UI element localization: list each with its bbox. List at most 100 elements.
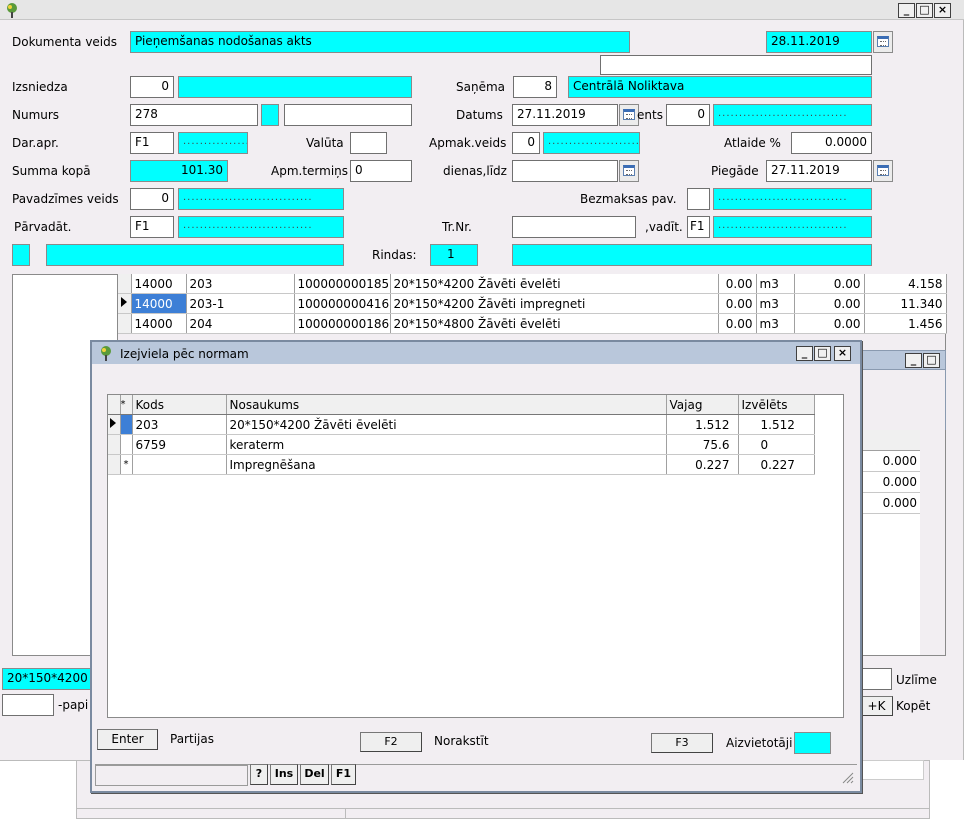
table-cell: Impregnēšana bbox=[226, 454, 667, 475]
row8-name-field[interactable] bbox=[46, 244, 344, 266]
close-button[interactable]: × bbox=[934, 3, 951, 18]
row-mark: * bbox=[120, 454, 133, 475]
table-row[interactable]: 14000 203 1000000001853 20*150*4200 Žāvēti … bbox=[118, 274, 947, 294]
dienas-label: dienas,līdz bbox=[443, 164, 507, 178]
vadit-code-field[interactable]: F1 bbox=[687, 216, 710, 238]
table-cell: 204 bbox=[186, 313, 295, 334]
table-row[interactable]: 14000 203-1 1000000004168 20*150*4200 Žāvēt… bbox=[118, 293, 947, 314]
header-kods[interactable]: Kods bbox=[132, 395, 227, 415]
calendar-icon bbox=[877, 165, 889, 176]
numurs-flag-field[interactable] bbox=[261, 104, 279, 126]
datums-field[interactable]: 27.11.2019 bbox=[512, 104, 618, 126]
header-nosaukums[interactable]: Nosaukums bbox=[226, 395, 667, 415]
darapr-code-field[interactable]: F1 bbox=[130, 132, 174, 154]
piegade-field[interactable]: 27.11.2019 bbox=[766, 160, 872, 182]
table-row[interactable]: 203 20*150*4200 Žāvēti ēvelēti 1.512 1.512 bbox=[108, 414, 815, 435]
doc-date-calendar-button[interactable] bbox=[873, 31, 893, 53]
dialog-grid[interactable]: * Kods Nosaukums Vajag Izvēlēts 203 20*15… bbox=[108, 395, 815, 475]
sanema-name-field[interactable]: Centrālā Noliktava bbox=[568, 76, 872, 98]
uzlime-field[interactable] bbox=[860, 668, 892, 690]
pavadz-code-field[interactable]: 0 bbox=[130, 188, 174, 210]
numurs-field[interactable]: 278 bbox=[130, 104, 258, 126]
status-help-button[interactable]: ? bbox=[250, 764, 268, 785]
f3-button[interactable]: F3 bbox=[651, 733, 713, 753]
papi-field[interactable] bbox=[2, 694, 54, 716]
background-line-vertical bbox=[345, 808, 346, 819]
dialog-maximize-button[interactable]: □ bbox=[814, 346, 831, 361]
ents-code-field[interactable]: 0 bbox=[666, 104, 710, 126]
status-del-button[interactable]: Del bbox=[300, 764, 329, 785]
f2-button[interactable]: F2 bbox=[360, 732, 422, 752]
second-window-body bbox=[860, 370, 946, 430]
dienas-date-field[interactable] bbox=[512, 160, 618, 182]
table-cell: m3 bbox=[756, 293, 795, 314]
row8-flag-field[interactable] bbox=[12, 244, 30, 266]
partijas-label: Partijas bbox=[170, 732, 214, 746]
apmak-name-field[interactable]: ............................... bbox=[543, 132, 640, 154]
table-row[interactable]: * Impregnēšana 0.227 0.227 bbox=[108, 454, 815, 475]
table-cell: m3 bbox=[756, 274, 795, 294]
copy-k-button[interactable]: +K bbox=[860, 696, 893, 716]
enter-button[interactable]: Enter bbox=[97, 729, 158, 750]
background-line bbox=[76, 808, 930, 809]
doc-date-field[interactable]: 28.11.2019 bbox=[766, 31, 872, 53]
table-cell: 0.00 bbox=[794, 274, 865, 294]
table-cell: 0.227 bbox=[738, 454, 815, 475]
uzlime-label: Uzlīme bbox=[896, 673, 937, 687]
doc-type-field[interactable]: Pieņemšanas nodošanas akts bbox=[130, 31, 630, 53]
dialog-title: Izejviela pēc normam bbox=[120, 347, 249, 361]
status-f1-button[interactable]: F1 bbox=[331, 764, 356, 785]
aizvietotaji-field[interactable] bbox=[794, 732, 831, 754]
calendar-icon bbox=[623, 109, 635, 120]
row-indicator bbox=[118, 274, 132, 294]
bezmaksas-name-field[interactable]: ............................... bbox=[713, 188, 872, 210]
parvadat-name-field[interactable]: ............................... bbox=[178, 216, 344, 238]
table-cell: keraterm bbox=[226, 434, 667, 455]
table-cell: 1.456 bbox=[864, 313, 947, 334]
table-cell: 1.512 bbox=[738, 414, 815, 435]
aizvietotaji-label: Aizvietotāji bbox=[726, 736, 793, 750]
resize-grip-icon[interactable] bbox=[840, 770, 854, 784]
piegade-calendar-button[interactable] bbox=[873, 160, 893, 182]
status-ins-button[interactable]: Ins bbox=[270, 764, 298, 785]
right-values-column: 0.000 0.000 0.000 bbox=[860, 430, 920, 655]
izsniedza-name-field[interactable] bbox=[178, 76, 412, 98]
sanema-code-field[interactable]: 8 bbox=[513, 76, 557, 98]
vadit-name-field[interactable]: ............................... bbox=[713, 216, 872, 238]
izsniedza-code-field[interactable]: 0 bbox=[130, 76, 174, 98]
table-row[interactable]: 6759 keraterm 75.6 0 bbox=[108, 434, 815, 455]
rindas-field: 1 bbox=[430, 244, 478, 266]
pavadz-name-field[interactable]: ............................... bbox=[178, 188, 344, 210]
dialog-close-button[interactable]: × bbox=[834, 346, 851, 361]
second-minimize-button[interactable]: _ bbox=[905, 353, 922, 368]
maximize-button[interactable]: □ bbox=[916, 3, 933, 18]
numurs-suffix-field[interactable] bbox=[284, 104, 412, 126]
parvadat-code-field[interactable]: F1 bbox=[130, 216, 174, 238]
back-grid[interactable]: 14000 203 1000000001853 20*150*4200 Žāvēti … bbox=[118, 274, 947, 334]
table-cell: 0.00 bbox=[794, 293, 865, 314]
apmak-label: Apmak.veids bbox=[429, 136, 507, 150]
app-icon bbox=[4, 2, 20, 18]
blank-field-top[interactable] bbox=[600, 55, 872, 75]
ents-name-field[interactable]: ............................... bbox=[713, 104, 872, 126]
atlaide-field[interactable]: 0.0000 bbox=[791, 132, 872, 154]
dialog-minimize-button[interactable]: _ bbox=[796, 346, 813, 361]
datums-calendar-button[interactable] bbox=[619, 104, 639, 126]
table-row[interactable]: 14000 204 1000000001860 20*150*4800 Žāvēti … bbox=[118, 313, 947, 334]
rindas-description-field bbox=[512, 244, 872, 266]
dienas-calendar-button[interactable] bbox=[619, 160, 639, 182]
main-titlebar bbox=[0, 0, 964, 20]
minimize-button[interactable]: _ bbox=[898, 3, 915, 18]
bottom-description-field[interactable]: 20*150*4200 Ž bbox=[2, 668, 94, 690]
second-maximize-button[interactable]: □ bbox=[923, 353, 940, 368]
valuta-field[interactable] bbox=[350, 132, 387, 154]
bezmaksas-code-field[interactable] bbox=[687, 188, 710, 210]
header-vajag[interactable]: Vajag bbox=[666, 395, 739, 415]
table-cell: 203 bbox=[132, 414, 227, 435]
trnr-field[interactable] bbox=[512, 216, 636, 238]
valuta-label: Valūta bbox=[306, 136, 344, 150]
apmak-code-field[interactable]: 0 bbox=[512, 132, 540, 154]
apmterm-field[interactable]: 0 bbox=[350, 160, 412, 182]
header-izvelets[interactable]: Izvēlēts bbox=[738, 395, 815, 415]
darapr-name-field[interactable]: ............................... bbox=[178, 132, 248, 154]
